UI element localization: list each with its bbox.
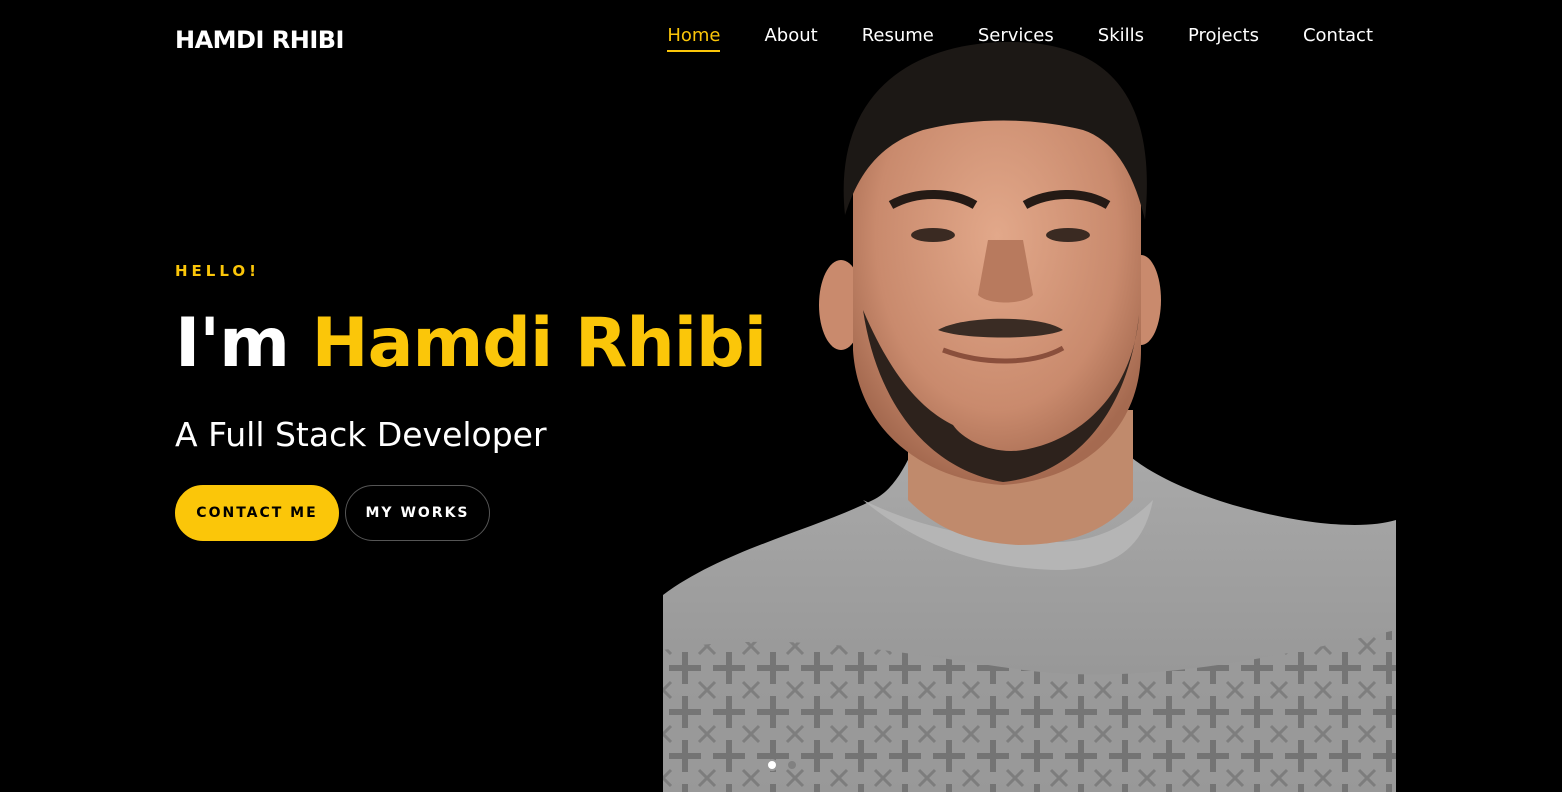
nav-item-about: About bbox=[720, 27, 817, 52]
nav-item-projects: Projects bbox=[1144, 27, 1259, 52]
nav-item-skills: Skills bbox=[1054, 27, 1144, 52]
carousel-dot-1[interactable] bbox=[766, 759, 778, 771]
nav-link-contact[interactable]: Contact bbox=[1303, 27, 1373, 50]
nav-item-resume: Resume bbox=[818, 27, 934, 52]
nav-link-skills[interactable]: Skills bbox=[1098, 27, 1144, 50]
hero-portrait-image bbox=[663, 41, 1396, 792]
hero-button-row: CONTACT ME MY WORKS bbox=[175, 485, 766, 541]
nav-item-contact: Contact bbox=[1259, 27, 1373, 52]
nav-menu: Home About Resume Services Skills Projec… bbox=[623, 27, 1373, 52]
nav-link-home[interactable]: Home bbox=[667, 27, 721, 52]
carousel-dot-2[interactable] bbox=[786, 759, 798, 771]
hero-role: A Full Stack Developer bbox=[175, 415, 547, 454]
my-works-button[interactable]: MY WORKS bbox=[345, 485, 490, 541]
hero-heading-name: Hamdi Rhibi bbox=[311, 304, 767, 383]
page: HAMDI RHIBI Home About Resume Services S… bbox=[0, 0, 1562, 792]
hero-section: HELLO! I'm Hamdi Rhibi A Full Stack Deve… bbox=[175, 262, 767, 541]
hero-heading: I'm Hamdi Rhibi bbox=[175, 310, 767, 378]
carousel-dots bbox=[766, 759, 798, 771]
contact-me-button[interactable]: CONTACT ME bbox=[175, 485, 339, 541]
nav-item-services: Services bbox=[934, 27, 1054, 52]
brand-logo[interactable]: HAMDI RHIBI bbox=[175, 26, 344, 54]
nav-link-services[interactable]: Services bbox=[978, 27, 1054, 50]
nav-link-resume[interactable]: Resume bbox=[862, 27, 934, 50]
nav-link-projects[interactable]: Projects bbox=[1188, 27, 1259, 50]
hero-subheading: HELLO! bbox=[175, 262, 260, 280]
nav-link-about[interactable]: About bbox=[764, 27, 817, 50]
navbar: HAMDI RHIBI Home About Resume Services S… bbox=[0, 0, 1562, 80]
nav-item-home: Home bbox=[623, 27, 721, 52]
hero-heading-prefix: I'm bbox=[175, 304, 312, 383]
